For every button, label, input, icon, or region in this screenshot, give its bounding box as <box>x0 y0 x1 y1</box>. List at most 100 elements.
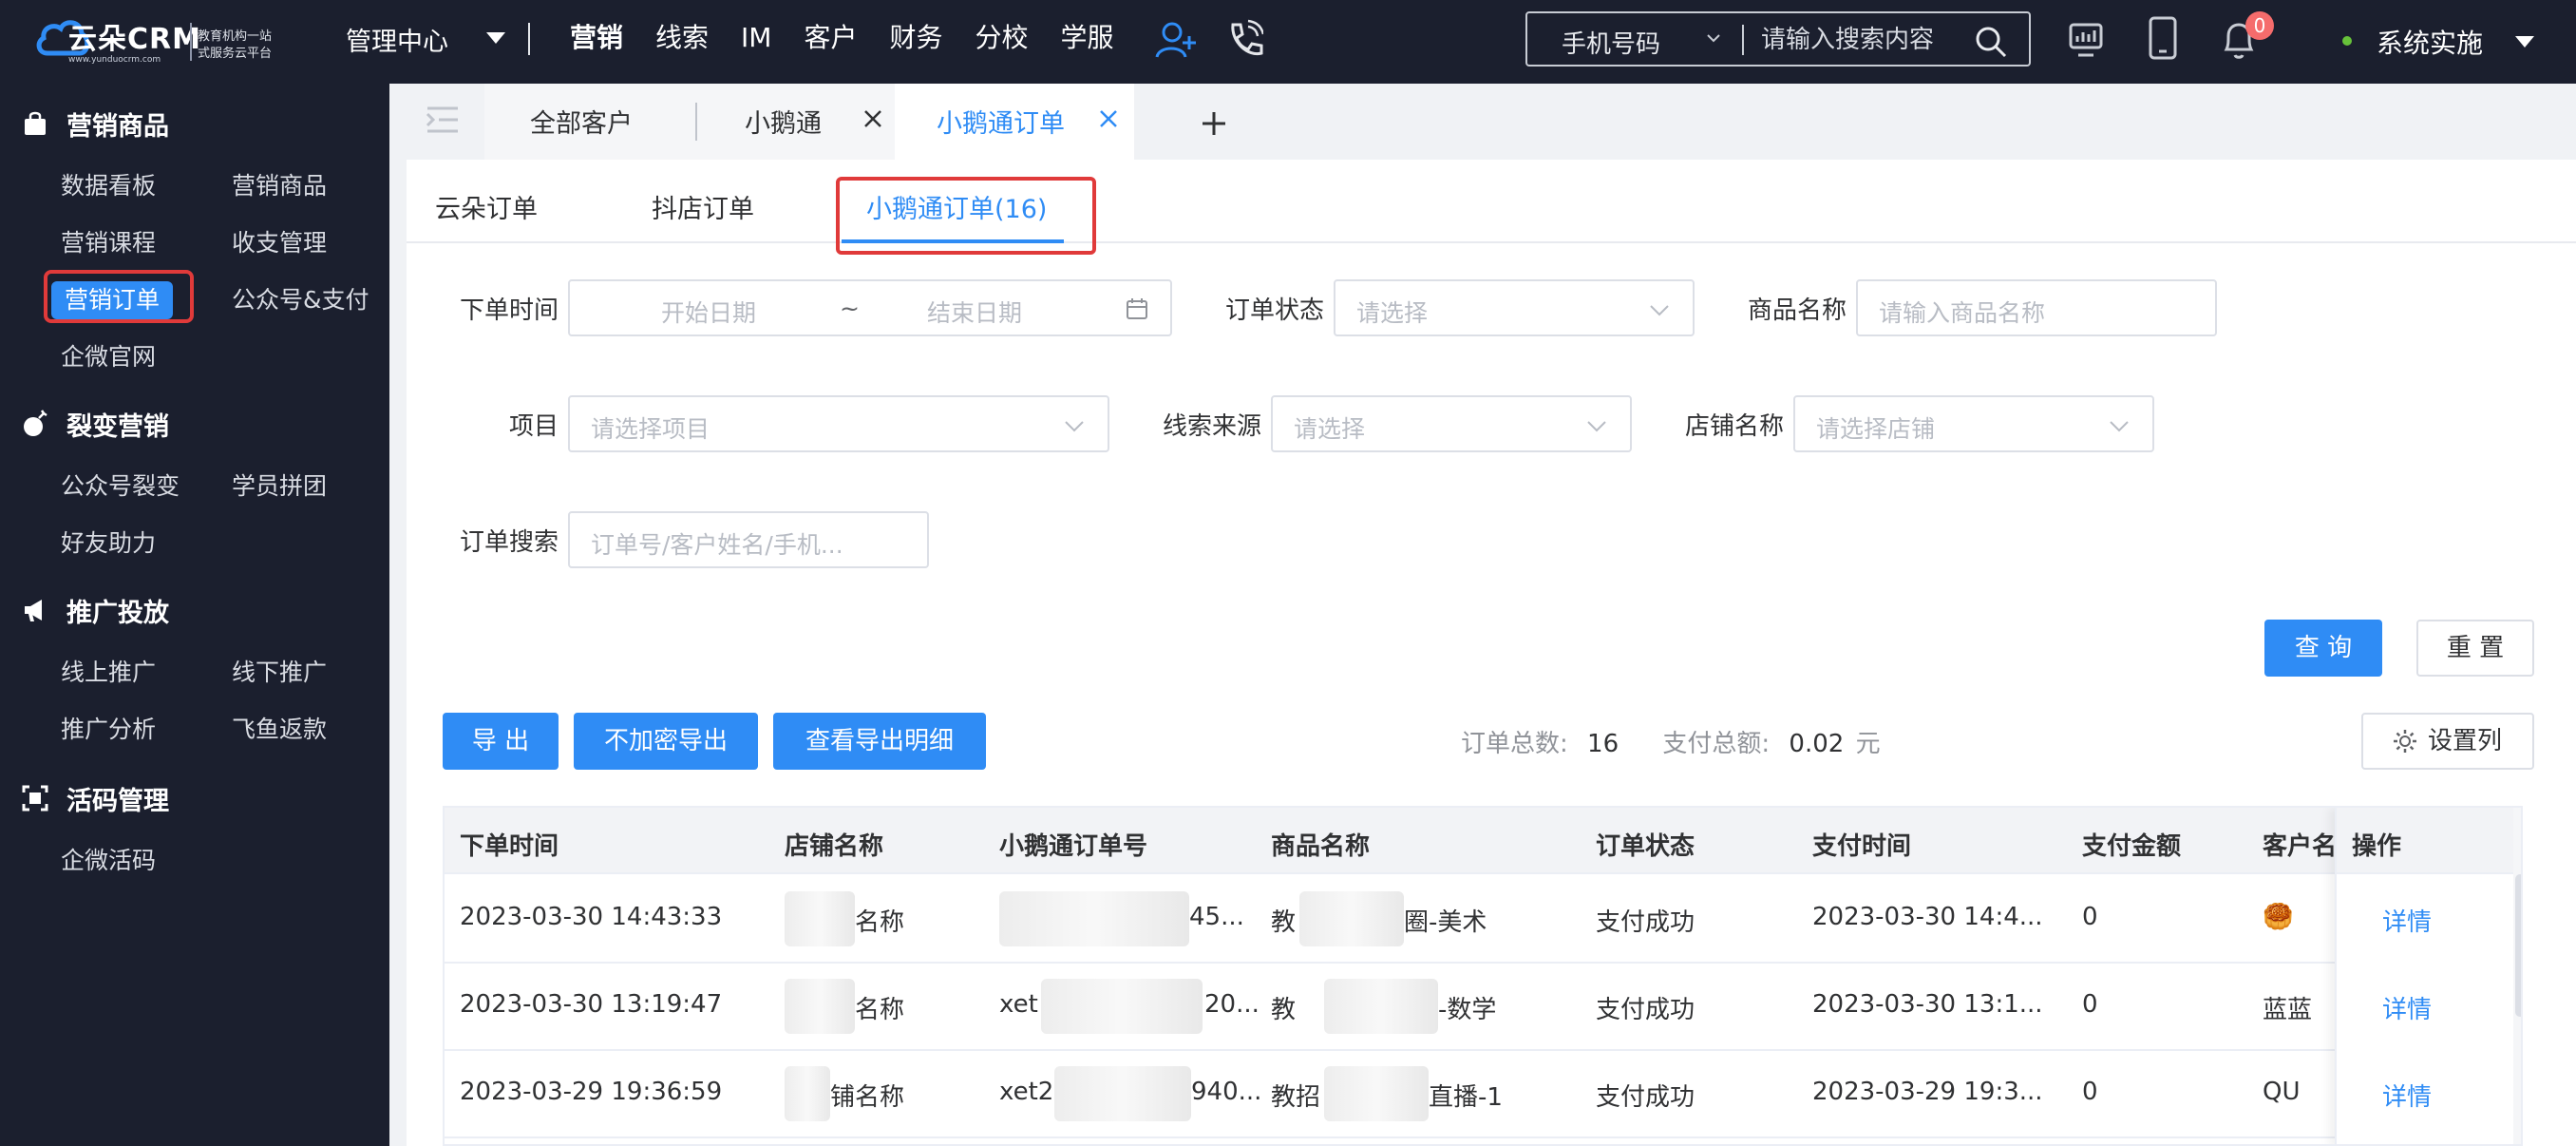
orders-panel: 云朵订单 抖店订单 小鹅通订单(16) 下单时间 开始日期 ~ 结束日期 订单状… <box>407 160 2576 1146</box>
sidebar-item-friend-help[interactable]: 好友助力 <box>61 525 156 563</box>
order-time-range[interactable]: 开始日期 ~ 结束日期 <box>568 279 1172 336</box>
search-type-select[interactable]: 手机号码 <box>1562 25 1660 60</box>
project-placeholder: 请选择项目 <box>591 415 710 443</box>
fixed-action-column: 操作 详情 详情 详情 <box>2335 808 2517 1144</box>
cell-product-suffix: 圈-美术 <box>1404 908 1487 937</box>
brand-logo[interactable]: 云朵CRM www.yunduocrm.com 教育机构一站 式服务云平台 <box>34 10 281 72</box>
col-pay-amount[interactable]: 支付金额 <box>2082 827 2181 862</box>
detail-link[interactable]: 详情 <box>2382 903 2432 938</box>
sidebar-section-fission[interactable]: 裂变营销 <box>21 403 169 445</box>
redacted-mask <box>785 891 855 946</box>
cell-product-suffix: -数学 <box>1438 996 1497 1024</box>
sidebar-item-wechat-pay[interactable]: 公众号&支付 <box>232 281 369 319</box>
col-product-name[interactable]: 商品名称 <box>1271 827 1370 862</box>
table-row[interactable]: 2023-03-30 13:19:47 名称 xet 20... 教‌ -数学 … <box>445 964 2521 1051</box>
tab-douyin-orders[interactable]: 抖店订单 <box>652 188 754 225</box>
sidebar-item-income[interactable]: 收支管理 <box>232 224 327 262</box>
mobile-icon[interactable] <box>2147 15 2179 61</box>
table-row[interactable]: 2023-03-30 14:43:33 名称 45... 教 圈-美术 支付成功… <box>445 876 2521 964</box>
sidebar-item-oa-fission[interactable]: 公众号裂变 <box>61 468 180 506</box>
nav-marketing[interactable]: 营销 <box>570 19 623 57</box>
sidebar-item-site[interactable]: 企微官网 <box>61 338 156 376</box>
sidebar-item-feiyu[interactable]: 飞鱼返款 <box>232 711 327 749</box>
sidebar-item-group-buy[interactable]: 学员拼团 <box>232 468 327 506</box>
sidebar-section-promotion[interactable]: 推广投放 <box>21 589 169 631</box>
export-button[interactable]: 导 出 <box>443 713 559 770</box>
sidebar-item-offline-promo[interactable]: 线下推广 <box>232 654 327 692</box>
chevron-down-icon <box>1065 421 1084 432</box>
col-customer[interactable]: 客户名 <box>2263 827 2337 862</box>
caret-down-icon[interactable] <box>2515 36 2534 48</box>
close-icon[interactable] <box>1094 105 1123 133</box>
close-icon[interactable] <box>859 105 887 133</box>
gear-icon <box>2394 730 2416 753</box>
calendar-icon[interactable] <box>1125 296 1149 321</box>
col-order-no[interactable]: 小鹅通订单号 <box>999 827 1147 862</box>
sidebar-item-courses[interactable]: 营销课程 <box>61 224 156 262</box>
nav-finance[interactable]: 财务 <box>889 19 942 57</box>
shop-name-select[interactable]: 请选择店铺 <box>1793 395 2154 452</box>
redacted-mask <box>1054 1066 1191 1121</box>
management-center-menu[interactable]: 管理中心 <box>346 21 448 58</box>
bag-icon <box>25 111 46 135</box>
sidebar-section-live-code[interactable]: 活码管理 <box>21 777 169 819</box>
scrollbar-thumb[interactable] <box>2515 874 2521 1017</box>
set-columns-button[interactable]: 设置列 <box>2361 713 2534 770</box>
sidebar-item-products[interactable]: 营销商品 <box>232 167 327 205</box>
order-time-label: 下单时间 <box>460 296 559 325</box>
project-select[interactable]: 请选择项目 <box>568 395 1109 452</box>
shop-name-placeholder: 请选择店铺 <box>1816 415 1936 443</box>
brand-slogan-line2: 式服务云平台 <box>198 47 273 61</box>
tab-xiaoetong-orders[interactable]: 小鹅通订单 <box>895 84 1134 160</box>
sidebar-item-wecom-code[interactable]: 企微活码 <box>61 842 156 880</box>
global-search: 手机号码 <box>1525 11 2031 67</box>
search-icon[interactable] <box>1974 25 2008 59</box>
table-row[interactable]: 2023-03-29 19:36:59 铺名称 xet2 940... 教招 直… <box>445 1051 2521 1138</box>
sidebar-section-products[interactable]: 营销商品 <box>21 103 169 144</box>
plus-icon[interactable] <box>1197 106 1231 141</box>
top-nav: 营销 线索 IM 客户 财务 分校 学服 <box>570 19 1146 57</box>
chevron-down-icon[interactable] <box>1706 30 1721 46</box>
sidebar-item-promo-analysis[interactable]: 推广分析 <box>61 711 156 749</box>
query-button[interactable]: 查 询 <box>2264 620 2382 677</box>
monitor-icon[interactable] <box>2067 21 2105 59</box>
col-order-time[interactable]: 下单时间 <box>460 827 559 862</box>
nav-student-service[interactable]: 学服 <box>1061 19 1114 57</box>
logo-divider <box>190 23 192 61</box>
total-orders-value: 16 <box>1587 730 1619 758</box>
col-pay-time[interactable]: 支付时间 <box>1812 827 1911 862</box>
product-name-input[interactable]: 请输入商品名称 <box>1856 279 2217 336</box>
phone-call-icon[interactable] <box>1225 19 1263 61</box>
nav-leads[interactable]: 线索 <box>655 19 709 57</box>
lead-source-select[interactable]: 请选择 <box>1271 395 1632 452</box>
sidebar-item-dashboard[interactable]: 数据看板 <box>61 167 156 205</box>
table-header: 下单时间 店铺名称 小鹅通订单号 商品名称 订单状态 支付时间 支付金额 客户名 <box>445 808 2521 874</box>
highlight-box <box>44 270 194 323</box>
add-user-icon[interactable] <box>1155 19 1197 61</box>
cell-product-suffix: 直播-1 <box>1429 1083 1503 1112</box>
redacted-mask <box>1041 979 1203 1034</box>
col-shop-name[interactable]: 店铺名称 <box>785 827 883 862</box>
collapse-sidebar-icon[interactable] <box>424 101 462 139</box>
detail-link[interactable]: 详情 <box>2382 990 2432 1025</box>
tab-xiaoetong[interactable]: 小鹅通 <box>697 84 902 160</box>
megaphone-icon <box>25 600 42 621</box>
sidebar-section-label: 营销商品 <box>66 111 169 142</box>
reset-button[interactable]: 重 置 <box>2416 620 2534 677</box>
nav-im[interactable]: IM <box>741 19 771 57</box>
sidebar-item-online-promo[interactable]: 线上推广 <box>61 654 156 692</box>
nav-customers[interactable]: 客户 <box>804 19 857 57</box>
view-export-detail-button[interactable]: 查看导出明细 <box>773 713 986 770</box>
tab-yunduo-orders[interactable]: 云朵订单 <box>435 188 538 225</box>
detail-link[interactable]: 详情 <box>2382 1078 2432 1113</box>
col-order-status[interactable]: 订单状态 <box>1596 827 1695 862</box>
order-status-select[interactable]: 请选择 <box>1334 279 1695 336</box>
export-unencrypted-button[interactable]: 不加密导出 <box>574 713 758 770</box>
start-date-input[interactable]: 开始日期 <box>661 295 756 329</box>
user-menu[interactable]: 系统实施 <box>2377 23 2483 61</box>
nav-branches[interactable]: 分校 <box>975 19 1028 57</box>
order-search-input[interactable]: 订单号/客户姓名/手机... <box>568 511 929 568</box>
end-date-input[interactable]: 结束日期 <box>927 295 1022 329</box>
caret-down-icon[interactable] <box>486 32 505 44</box>
search-input[interactable] <box>1761 21 1979 59</box>
